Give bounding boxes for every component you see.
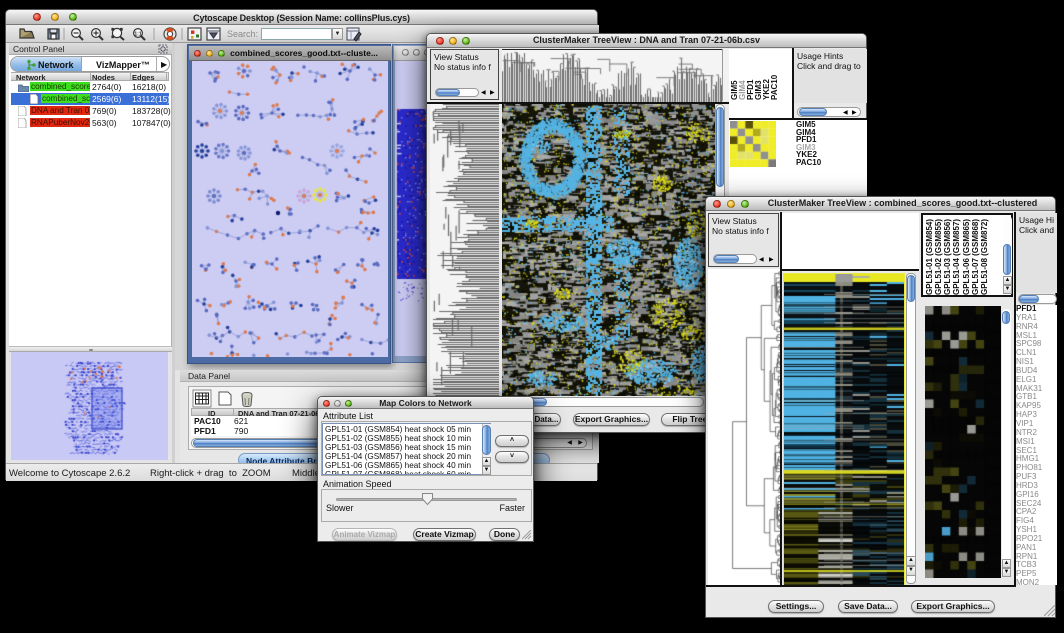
svg-text:Search:: Search: — [227, 29, 258, 39]
